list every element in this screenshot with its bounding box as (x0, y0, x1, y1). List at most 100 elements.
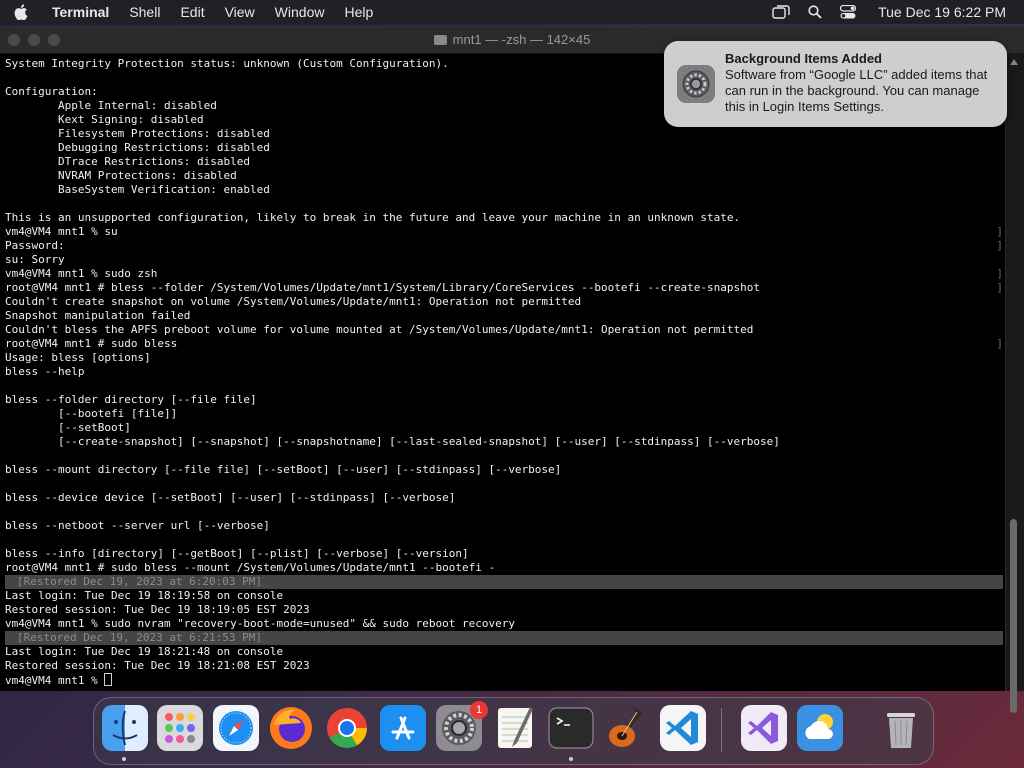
terminal-line-text: root@VM4 mnt1 # bless --folder /System/V… (5, 281, 760, 294)
menu-window[interactable]: Window (275, 4, 325, 20)
terminal-line-text: Password: (5, 239, 65, 252)
system-settings-icon (677, 65, 715, 103)
terminal-line: Last login: Tue Dec 19 18:19:58 on conso… (5, 589, 1005, 603)
line-mark-left: [ (5, 337, 8, 351)
scroll-up-arrow-icon[interactable] (1010, 59, 1018, 65)
notification-title: Background Items Added (725, 51, 882, 66)
line-mark-left: [ (5, 225, 8, 239)
weather-icon[interactable] (797, 705, 843, 751)
finder-running-dot (122, 757, 126, 761)
terminal-line-text: This is an unsupported configuration, li… (5, 211, 741, 224)
terminal-line-text: bless --netboot --server url [--verbose] (5, 519, 270, 532)
visual-studio-icon[interactable] (741, 705, 787, 751)
terminal-line-text: NVRAM Protections: disabled (5, 169, 237, 182)
terminal-line: Password:[] (5, 239, 1005, 253)
terminal-output[interactable]: System Integrity Protection status: unkn… (5, 57, 1005, 687)
terminal-line: This is an unsupported configuration, li… (5, 211, 1005, 225)
terminal-line-text: Kext Signing: disabled (5, 113, 204, 126)
restored-session-marker: [Restored Dec 19, 2023 at 6:21:53 PM] (5, 631, 1003, 645)
control-center-icon[interactable] (840, 5, 857, 19)
terminal-line-text: Restored session: Tue Dec 19 18:19:05 ES… (5, 603, 310, 616)
menu-view[interactable]: View (225, 4, 255, 20)
vscode-icon[interactable] (660, 705, 706, 751)
dock-separator (721, 708, 722, 752)
line-mark-right: ] (996, 225, 1003, 238)
terminal-line: [--create-snapshot] [--snapshot] [--snap… (5, 435, 1005, 449)
terminal-line: bless --help (5, 365, 1005, 379)
app-store-icon[interactable] (380, 705, 426, 751)
terminal-scrollbar[interactable] (1005, 53, 1024, 713)
terminal-line: bless --netboot --server url [--verbose] (5, 519, 1005, 533)
trash-icon[interactable] (878, 705, 924, 751)
terminal-line: Couldn't create snapshot on volume /Syst… (5, 295, 1005, 309)
terminal-line-text: Couldn't bless the APFS preboot volume f… (5, 323, 754, 336)
terminal-prompt: vm4@VM4 mnt1 % (5, 674, 105, 687)
terminal-line: root@VM4 mnt1 # sudo bless --mount /Syst… (5, 561, 1005, 575)
terminal-line: Restored session: Tue Dec 19 18:19:05 ES… (5, 603, 1005, 617)
terminal-line-text: bless --info [directory] [--getBoot] [--… (5, 547, 469, 560)
dock: 1 (93, 697, 934, 765)
terminal-line: Last login: Tue Dec 19 18:21:48 on conso… (5, 645, 1005, 659)
terminal-line-text: bless --help (5, 365, 85, 378)
terminal-line-text: root@VM4 mnt1 # sudo bless (5, 337, 178, 350)
window-mirror-icon[interactable] (772, 5, 790, 19)
scrollbar-thumb[interactable] (1010, 519, 1017, 713)
line-mark-right: ] (996, 337, 1003, 350)
terminal-running-dot (569, 757, 573, 761)
terminal-line-text: su: Sorry (5, 253, 65, 266)
terminal-dock-icon[interactable] (548, 705, 594, 751)
terminal-line: su: Sorry (5, 253, 1005, 267)
menu-app-name[interactable]: Terminal (52, 4, 109, 20)
notification-body: Software from “Google LLC” added items t… (725, 67, 988, 114)
menu-clock[interactable]: Tue Dec 19 6:22 PM (878, 4, 1006, 20)
terminal-line-text: BaseSystem Verification: enabled (5, 183, 270, 196)
line-mark-right: ] (996, 239, 1003, 252)
terminal-line: Debugging Restrictions: disabled (5, 141, 1005, 155)
line-mark-left: [ (5, 281, 8, 295)
search-icon[interactable] (808, 5, 822, 19)
terminal-line-text: Filesystem Protections: disabled (5, 127, 270, 140)
safari-icon[interactable] (213, 705, 259, 751)
menu-help[interactable]: Help (344, 4, 373, 20)
terminal-line: vm4@VM4 mnt1 % su[] (5, 225, 1005, 239)
terminal-line-text: bless --device device [--setBoot] [--use… (5, 491, 456, 504)
terminal-line-text: Restored session: Tue Dec 19 18:21:08 ES… (5, 659, 310, 672)
menu-shell[interactable]: Shell (129, 4, 160, 20)
line-mark-right: ] (996, 267, 1003, 280)
menu-edit[interactable]: Edit (180, 4, 204, 20)
terminal-line: Usage: bless [options] (5, 351, 1005, 365)
notification-banner[interactable]: Background Items Added Software from “Go… (664, 41, 1007, 127)
terminal-line-text: bless --folder directory [--file file] (5, 393, 257, 406)
terminal-line: Snapshot manipulation failed (5, 309, 1005, 323)
launchpad-icon[interactable] (157, 705, 203, 751)
terminal-line: vm4@VM4 mnt1 % sudo zsh[] (5, 267, 1005, 281)
terminal-line: BaseSystem Verification: enabled (5, 183, 1005, 197)
terminal-line: DTrace Restrictions: disabled (5, 155, 1005, 169)
terminal-line: NVRAM Protections: disabled (5, 169, 1005, 183)
terminal-line: bless --info [directory] [--getBoot] [--… (5, 547, 1005, 561)
finder-icon[interactable] (102, 705, 148, 751)
terminal-line-text: [--create-snapshot] [--snapshot] [--snap… (5, 435, 780, 448)
terminal-line: Restored session: Tue Dec 19 18:21:08 ES… (5, 659, 1005, 673)
terminal-line-text: [Restored Dec 19, 2023 at 6:21:53 PM] (17, 631, 263, 644)
terminal-line-text: Last login: Tue Dec 19 18:21:48 on conso… (5, 645, 284, 658)
line-mark-left: [ (5, 267, 8, 281)
system-settings-dock-icon[interactable]: 1 (436, 701, 488, 751)
textedit-icon[interactable] (492, 705, 538, 751)
terminal-line: Filesystem Protections: disabled (5, 127, 1005, 141)
apple-icon[interactable] (10, 1, 32, 23)
line-mark-left: [ (5, 239, 8, 253)
garageband-icon[interactable] (604, 705, 650, 751)
terminal-line-text: Apple Internal: disabled (5, 99, 217, 112)
firefox-icon[interactable] (268, 705, 314, 751)
terminal-line-text: vm4@VM4 mnt1 % sudo zsh (5, 267, 158, 280)
window-title-text: mnt1 — -zsh — 142×45 (452, 32, 591, 47)
terminal-line: bless --device device [--setBoot] [--use… (5, 491, 1005, 505)
terminal-line-text: [Restored Dec 19, 2023 at 6:20:03 PM] (17, 575, 263, 588)
chrome-icon[interactable] (324, 705, 370, 751)
terminal-prompt-line[interactable]: vm4@VM4 mnt1 % (5, 673, 1005, 687)
